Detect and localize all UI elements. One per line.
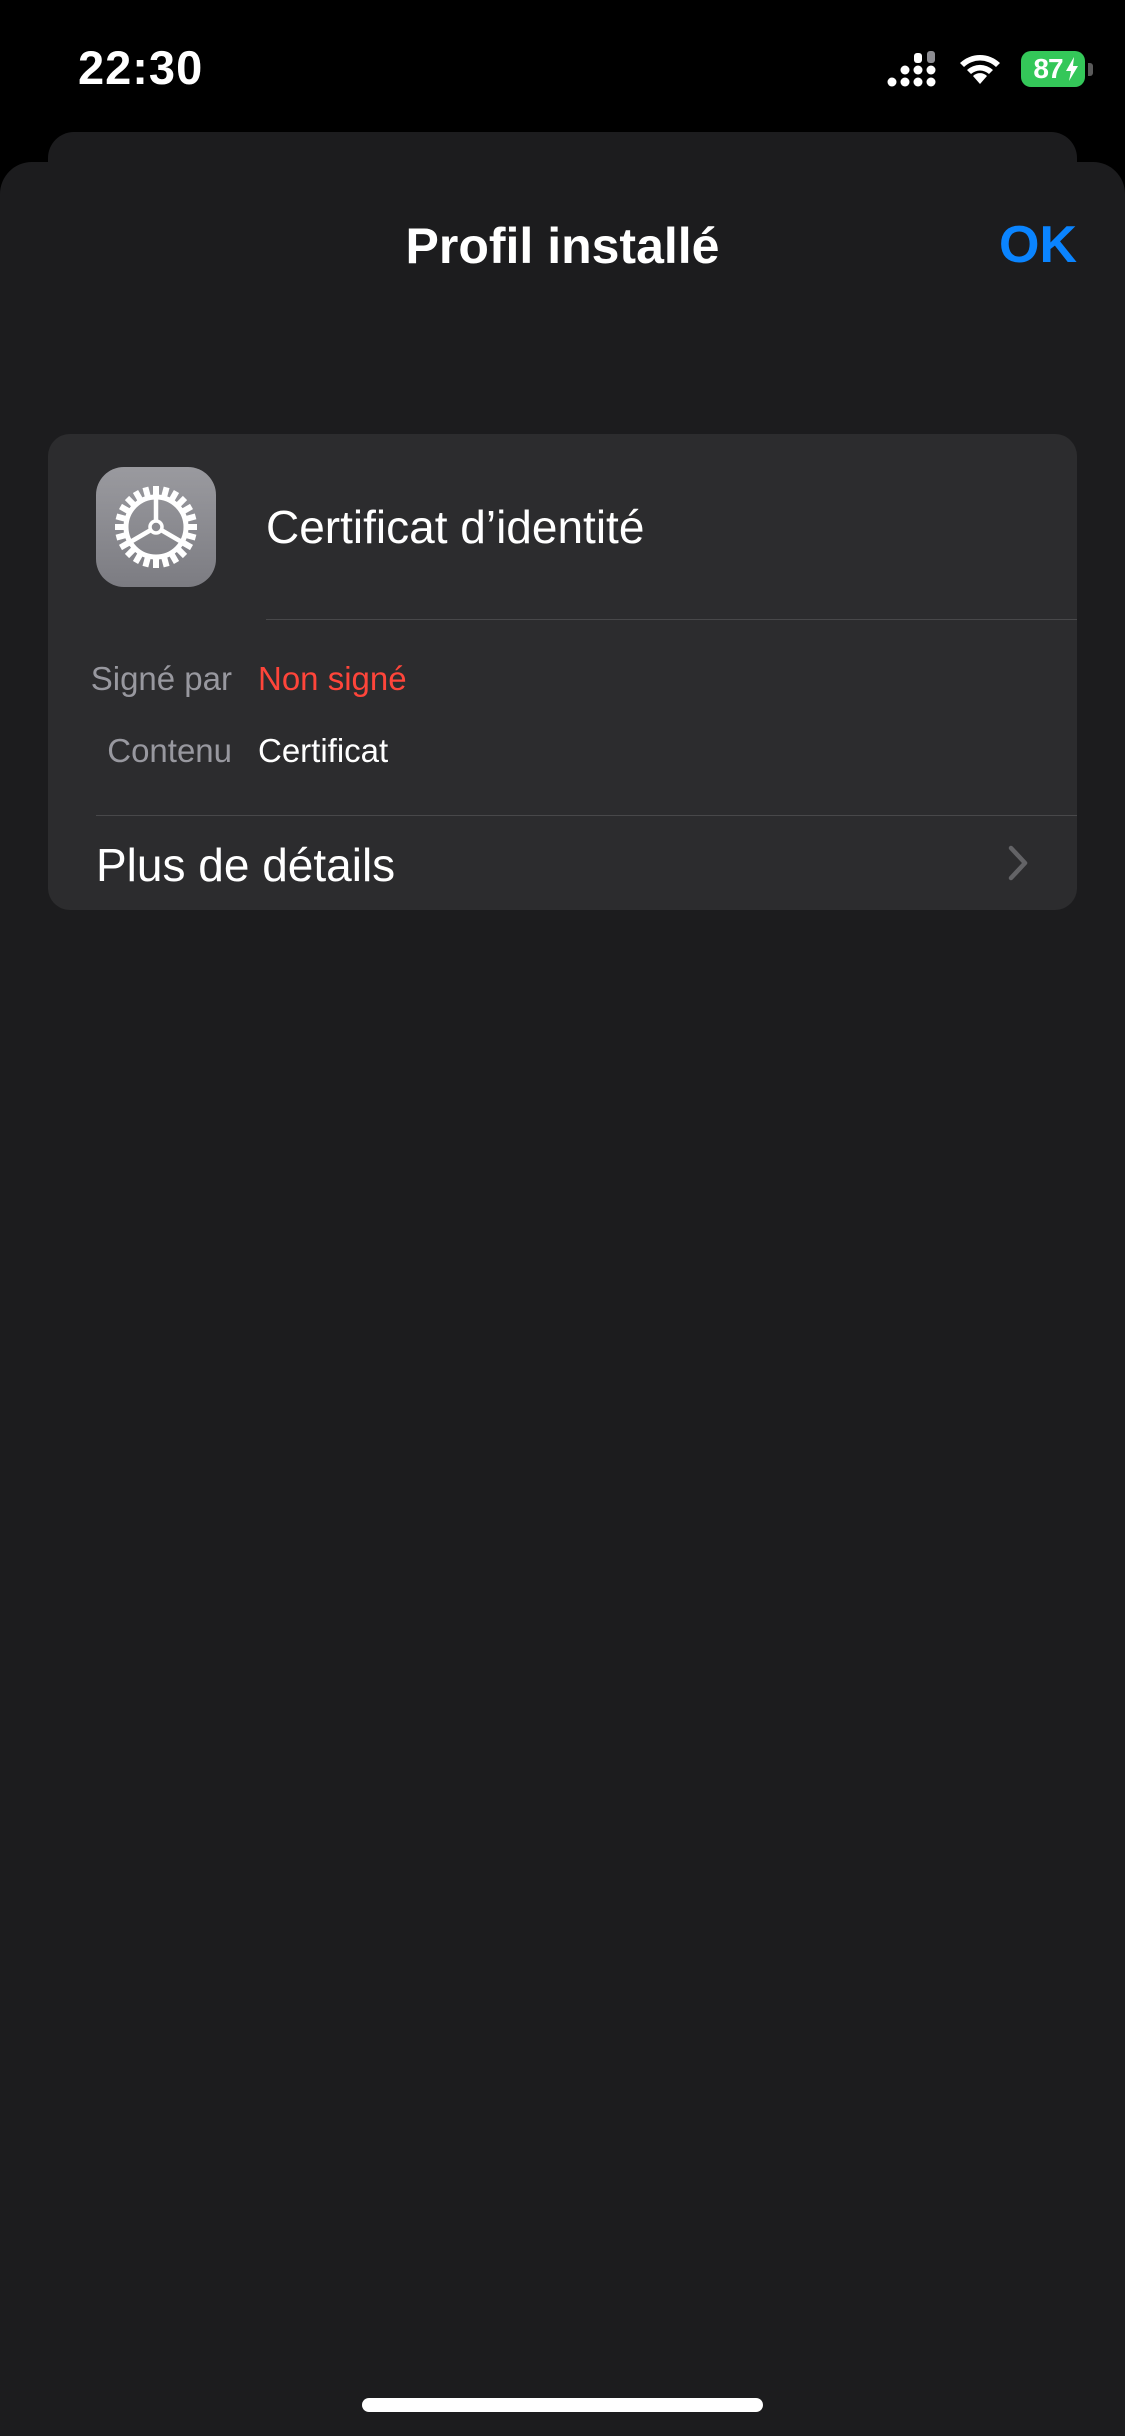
status-icons: 87 — [887, 50, 1093, 88]
home-indicator[interactable] — [362, 2398, 763, 2412]
settings-gear-icon — [96, 467, 216, 587]
battery-icon: 87 — [1021, 51, 1093, 87]
detail-label: Contenu — [107, 732, 232, 769]
battery-tip — [1088, 63, 1093, 76]
detail-value: Non signé — [258, 660, 407, 697]
profile-sheet: Profil installé OK Certificat d’identité… — [0, 162, 1125, 2436]
signal-icon — [887, 51, 936, 87]
detail-value: Certificat — [258, 732, 389, 769]
charging-bolt-icon — [1066, 57, 1078, 81]
detail-row: Signé par Non signé — [48, 660, 1077, 720]
gear-icon — [115, 486, 197, 568]
status-time: 22:30 — [78, 41, 204, 94]
profile-card: Certificat d’identité Signé par Non signé… — [48, 434, 1077, 910]
wifi-icon — [960, 55, 1000, 84]
profile-name: Certificat d’identité — [266, 501, 645, 553]
more-details-label: Plus de détails — [96, 839, 396, 891]
status-bar: 22:30 87 — [0, 0, 1125, 132]
page-title: Profil installé — [405, 218, 720, 274]
detail-row: Contenu Certificat — [48, 732, 1077, 792]
profile-header: Certificat d’identité — [48, 434, 1077, 620]
detail-label: Signé par — [90, 660, 232, 697]
chevron-right-icon — [1008, 845, 1028, 881]
ok-button[interactable]: OK — [999, 215, 1077, 275]
divider — [266, 619, 1077, 620]
more-details-row[interactable]: Plus de détails — [48, 816, 1077, 910]
